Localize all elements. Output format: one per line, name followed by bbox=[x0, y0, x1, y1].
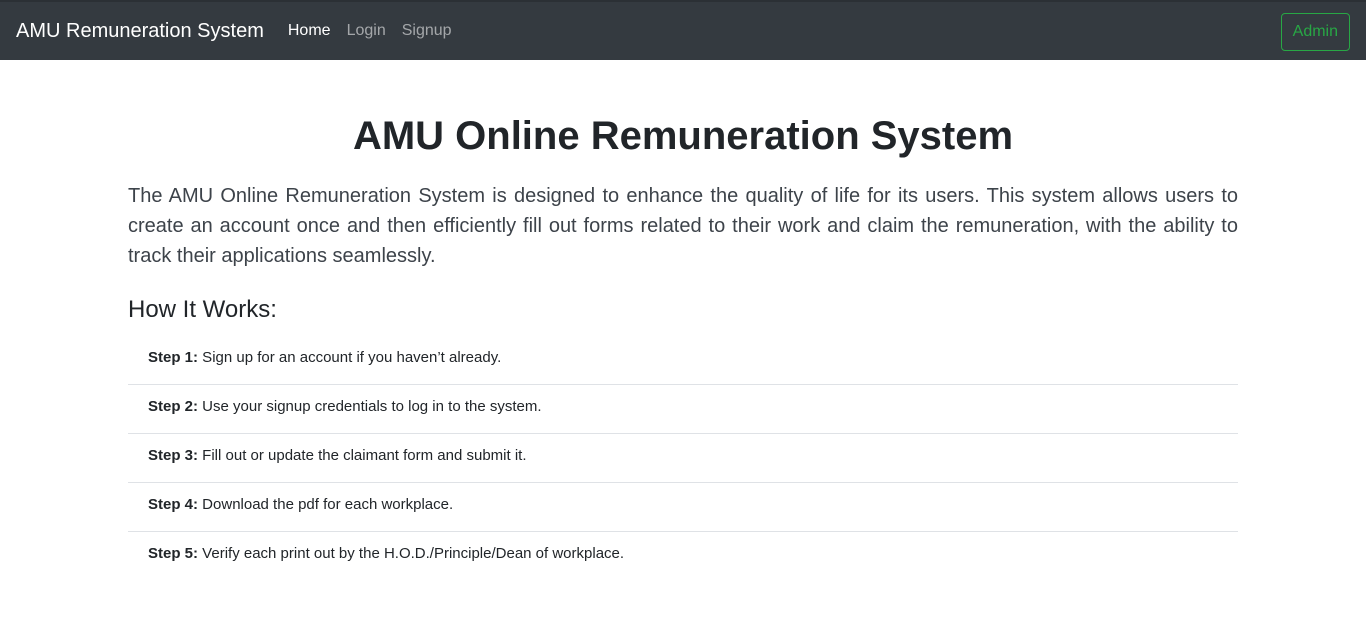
step-item: Step 2: Use your signup credentials to l… bbox=[128, 385, 1238, 434]
nav-link-signup[interactable]: Signup bbox=[402, 22, 452, 40]
nav-link-home[interactable]: Home bbox=[288, 22, 331, 40]
step-text: Sign up for an account if you haven’t al… bbox=[198, 349, 502, 366]
nav-link-login[interactable]: Login bbox=[347, 22, 386, 40]
step-label: Step 2: bbox=[148, 398, 199, 415]
step-item: Step 1: Sign up for an account if you ha… bbox=[128, 336, 1238, 385]
step-item: Step 3: Fill out or update the claimant … bbox=[128, 434, 1238, 483]
step-text: Use your signup credentials to log in to… bbox=[198, 398, 542, 415]
navbar: AMU Remuneration System Home Login Signu… bbox=[0, 0, 1366, 60]
page-title: AMU Online Remuneration System bbox=[352, 114, 1014, 158]
step-item: Step 5: Verify each print out by the H.O… bbox=[128, 532, 1238, 581]
system-description: The AMU Online Remuneration System is de… bbox=[128, 185, 1238, 267]
step-item: Step 4: Download the pdf for each workpl… bbox=[128, 483, 1238, 532]
nav-links: Home Login Signup bbox=[288, 22, 452, 40]
step-label: Step 5: bbox=[148, 545, 199, 562]
admin-button[interactable]: Admin bbox=[1280, 13, 1350, 51]
steps-list: Step 1: Sign up for an account if you ha… bbox=[128, 336, 1238, 581]
step-text: Download the pdf for each workplace. bbox=[198, 496, 454, 513]
step-text: Verify each print out by the H.O.D./Prin… bbox=[198, 545, 625, 562]
how-it-works-heading: How It Works: bbox=[128, 296, 277, 323]
step-label: Step 1: bbox=[148, 349, 199, 366]
navbar-brand[interactable]: AMU Remuneration System bbox=[16, 20, 264, 43]
step-label: Step 3: bbox=[148, 447, 199, 464]
step-label: Step 4: bbox=[148, 496, 199, 513]
main-content: AMU Online Remuneration System The AMU O… bbox=[128, 60, 1238, 581]
step-text: Fill out or update the claimant form and… bbox=[198, 447, 527, 464]
